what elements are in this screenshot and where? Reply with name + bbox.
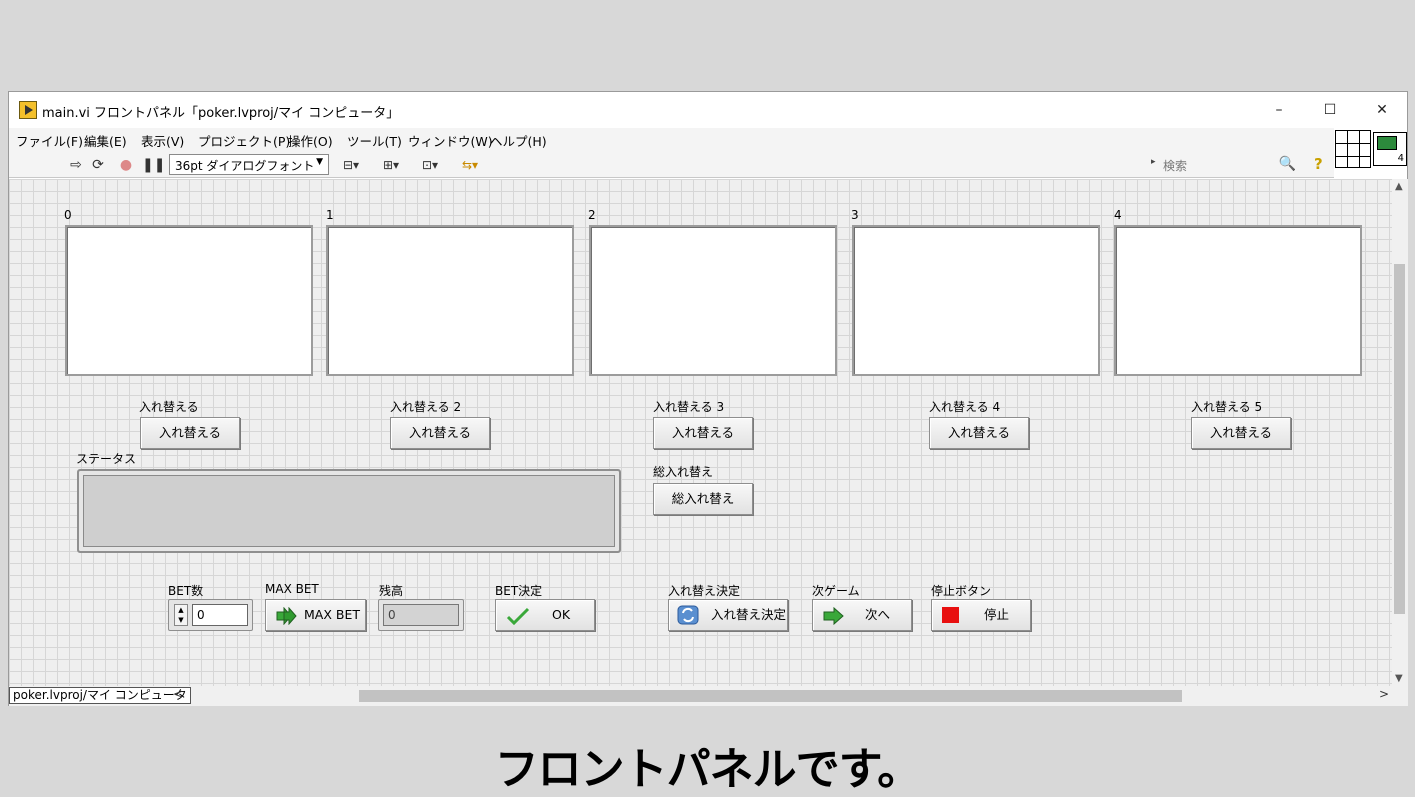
card-label-4: 4 <box>1114 208 1122 222</box>
arrow-right-icon <box>823 606 844 626</box>
search-expand-icon: ▸ <box>1151 157 1156 167</box>
double-arrow-icon <box>276 606 297 626</box>
vi-icon-number: 4 <box>1397 153 1404 164</box>
run-continuously-icon[interactable]: ⟳ <box>89 156 107 174</box>
bet-count-control: ▲ ▼ 0 <box>168 599 253 631</box>
status-label: ステータス <box>76 452 137 466</box>
balance-indicator: 0 <box>378 599 464 631</box>
swap-2-label: 入れ替える 2 <box>390 400 462 414</box>
vertical-scrollbar[interactable]: ▲ ▼ <box>1392 179 1408 686</box>
run-arrow-icon[interactable]: ⇨ <box>67 156 85 174</box>
bet-count-label: BET数 <box>168 584 204 598</box>
vi-icon-screen <box>1377 136 1397 150</box>
card-picture-3 <box>852 225 1100 376</box>
next-game-label: 次ゲーム <box>812 584 860 598</box>
front-panel-canvas: 0 1 2 3 4 入れ替える 入れ替える 入れ替える 2 入れ替える 入れ替え… <box>9 179 1392 686</box>
horizontal-scroll-thumb[interactable] <box>359 690 1182 702</box>
card-picture-2 <box>589 225 837 376</box>
font-select-value: 36pt ダイアログフォント <box>175 159 315 173</box>
font-select[interactable]: 36pt ダイアログフォント ▼ <box>169 154 329 175</box>
chevron-down-icon: ▼ <box>316 157 323 167</box>
vi-icon[interactable]: 4 <box>1373 132 1407 166</box>
swap-2-button[interactable]: 入れ替える <box>390 417 490 449</box>
scroll-right-icon[interactable]: > <box>1379 687 1389 701</box>
swap-5-label: 入れ替える 5 <box>1191 400 1263 414</box>
swap-1-button[interactable]: 入れ替える <box>140 417 240 449</box>
labview-window: main.vi フロントパネル「poker.lvproj/マイ コンピュータ」 … <box>8 91 1408 706</box>
maximize-button[interactable]: ☐ <box>1310 98 1350 122</box>
max-bet-label: MAX BET <box>265 582 319 596</box>
stop-button-text: 停止 <box>984 607 1010 622</box>
help-icon[interactable]: ? <box>1314 155 1323 173</box>
slide-caption: フロントパネルです。 <box>494 744 922 795</box>
search-placeholder: 検索 <box>1163 159 1188 173</box>
swap-all-label: 総入れ替え <box>653 465 714 479</box>
swap-3-button[interactable]: 入れ替える <box>653 417 753 449</box>
menu-view[interactable]: 表示(V) <box>141 131 184 150</box>
menu-window[interactable]: ウィンドウ(W) <box>408 131 493 150</box>
card-label-0: 0 <box>64 208 72 222</box>
scroll-up-icon[interactable]: ▲ <box>1395 181 1403 192</box>
search-icon[interactable]: 🔍 <box>1279 156 1296 172</box>
connector-pane-icon[interactable] <box>1335 130 1371 168</box>
labview-app-icon <box>19 101 37 119</box>
vertical-scroll-thumb[interactable] <box>1394 264 1405 614</box>
card-picture-0 <box>65 225 313 376</box>
reorder-icon[interactable]: ⇆▾ <box>455 156 485 174</box>
swap-confirm-label: 入れ替え決定 <box>668 584 741 598</box>
window-title: main.vi フロントパネル「poker.lvproj/マイ コンピュータ」 <box>42 106 400 121</box>
card-label-3: 3 <box>851 208 859 222</box>
status-bar: poker.lvproj/マイ コンピュータ < > <box>9 686 1408 706</box>
menu-tools[interactable]: ツール(T) <box>347 131 402 150</box>
swap-confirm-button[interactable]: 入れ替え決定 <box>668 599 788 631</box>
stop-label: 停止ボタン <box>931 584 992 598</box>
bet-count-input[interactable]: 0 <box>192 604 248 626</box>
close-button[interactable]: ✕ <box>1362 98 1402 122</box>
bet-confirm-button-text: OK <box>552 607 571 622</box>
project-context-label[interactable]: poker.lvproj/マイ コンピュータ <box>9 687 191 704</box>
swap-5-button[interactable]: 入れ替える <box>1191 417 1291 449</box>
bet-count-stepper[interactable]: ▲ ▼ <box>174 604 188 626</box>
menu-operate[interactable]: 操作(O) <box>288 131 333 150</box>
scroll-left-icon[interactable]: < <box>173 687 183 701</box>
toolbar: ⇨ ⟳ ● ❚❚ 36pt ダイアログフォント ▼ ⊟▾ ⊞▾ ⊡▾ ⇆▾ ▸ … <box>9 152 1334 178</box>
menu-project[interactable]: プロジェクト(P) <box>198 131 290 150</box>
menu-edit[interactable]: 編集(E) <box>84 131 127 150</box>
status-display <box>77 469 621 553</box>
swap-3-label: 入れ替える 3 <box>653 400 725 414</box>
max-bet-button[interactable]: MAX BET <box>265 599 366 631</box>
swap-all-button[interactable]: 総入れ替え <box>653 483 753 515</box>
card-label-2: 2 <box>588 208 596 222</box>
refresh-icon <box>677 605 699 625</box>
next-game-button-text: 次へ <box>865 607 891 622</box>
menu-help[interactable]: ヘルプ(H) <box>490 131 547 150</box>
balance-value: 0 <box>383 604 459 626</box>
bet-confirm-label: BET決定 <box>495 584 543 598</box>
menu-file[interactable]: ファイル(F) <box>16 131 83 150</box>
swap-confirm-button-text: 入れ替え決定 <box>711 607 787 622</box>
pause-icon[interactable]: ❚❚ <box>142 156 165 174</box>
title-bar: main.vi フロントパネル「poker.lvproj/マイ コンピュータ」 … <box>9 92 1407 128</box>
swap-4-label: 入れ替える 4 <box>929 400 1001 414</box>
swap-1-label: 入れ替える <box>139 400 199 414</box>
distribute-objects-icon[interactable]: ⊞▾ <box>376 156 406 174</box>
align-objects-icon[interactable]: ⊟▾ <box>336 156 366 174</box>
swap-4-button[interactable]: 入れ替える <box>929 417 1029 449</box>
search-field[interactable]: ▸ 検索 🔍 <box>1151 156 1306 174</box>
card-label-1: 1 <box>326 208 334 222</box>
abort-icon[interactable]: ● <box>117 156 135 174</box>
card-picture-4 <box>1114 225 1362 376</box>
balance-label: 残高 <box>379 584 404 598</box>
next-game-button[interactable]: 次へ <box>812 599 912 631</box>
checkmark-icon <box>506 606 530 626</box>
stop-button[interactable]: 停止 <box>931 599 1031 631</box>
menu-bar: ファイル(F) 編集(E) 表示(V) プロジェクト(P) 操作(O) ツール(… <box>9 128 1334 152</box>
max-bet-button-text: MAX BET <box>304 607 360 622</box>
stop-square-icon <box>942 607 959 623</box>
scroll-down-icon[interactable]: ▼ <box>1395 673 1403 684</box>
minimize-button[interactable]: – <box>1259 98 1299 122</box>
card-picture-1 <box>326 225 574 376</box>
resize-objects-icon[interactable]: ⊡▾ <box>415 156 445 174</box>
bet-confirm-button[interactable]: OK <box>495 599 595 631</box>
